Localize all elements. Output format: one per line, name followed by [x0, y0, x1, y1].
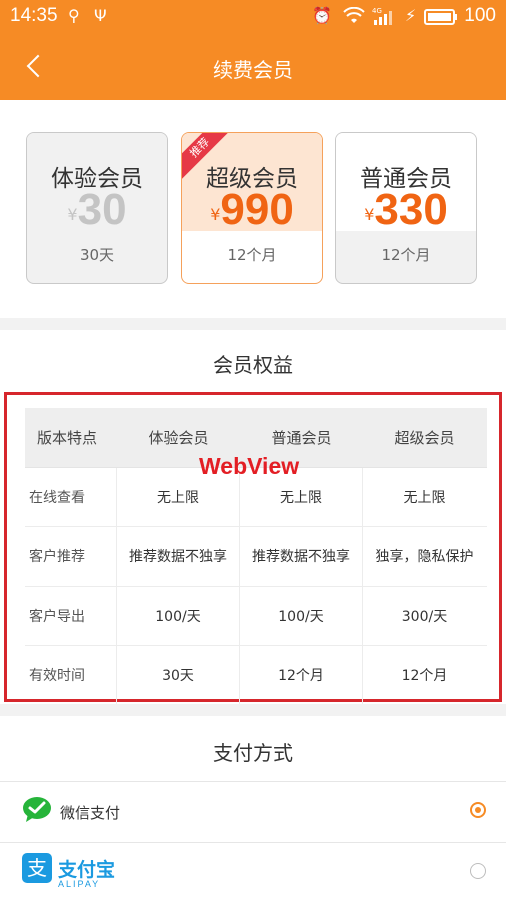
plan-card-trial[interactable]: 体验会员 ¥30 30天 [26, 132, 168, 284]
table-row: 有效时间 30天 12个月 12个月 [25, 646, 487, 706]
table-header-cell: 超级会员 [394, 428, 455, 447]
usb-debug-icon: Ψ [94, 6, 107, 25]
table-cell: 300/天 [401, 608, 448, 625]
payment-option-label: 微信支付 [60, 804, 121, 822]
price-amount: 30 [77, 185, 127, 234]
alipay-icon: 支 [22, 853, 52, 883]
payment-title: 支付方式 [213, 741, 293, 765]
plan-selector: 体验会员 ¥30 30天 超级会员 ¥990 推荐 12个月 普通会员 ¥330… [0, 100, 506, 318]
plan-card-top: 普通会员 ¥330 [336, 133, 476, 234]
plan-price: ¥330 [336, 185, 476, 235]
plan-card-normal[interactable]: 普通会员 ¥330 12个月 [335, 132, 477, 284]
table-row-label: 在线查看 [25, 467, 117, 526]
price-amount: 990 [220, 185, 294, 234]
benefits-webview[interactable]: 版本特点 体验会员 普通会员 超级会员 在线查看 无上限 无上限 无上限 客户推… [4, 392, 502, 706]
charging-icon: ⚡ [405, 6, 417, 25]
plan-duration: 12个月 [227, 246, 277, 264]
wechat-pay-icon [23, 797, 51, 822]
app-bar: 续费会员 [0, 32, 506, 100]
plan-duration: 12个月 [381, 246, 431, 264]
table-cell: 推荐数据不独享 [240, 527, 363, 586]
table-cell: 12个月 [401, 668, 448, 685]
table-cell: 无上限 [403, 489, 446, 506]
radio-selected[interactable] [470, 802, 486, 818]
status-bar: 14:35 ⚲ Ψ ⏰ 4G ⚡ 100 [0, 0, 506, 32]
currency-symbol: ¥ [67, 205, 78, 224]
battery-icon [424, 9, 457, 25]
webview-annotation-label: WebView [199, 453, 300, 479]
section-divider [0, 318, 506, 330]
alipay-label: 支付宝 [58, 859, 116, 881]
table-cell: 100/天 [117, 586, 240, 645]
table-row-label: 客户导出 [25, 586, 117, 645]
table-row: 客户推荐 推荐数据不独享 推荐数据不独享 独享，隐私保护 [25, 527, 487, 587]
table-row-label: 有效时间 [25, 646, 117, 705]
table-cell: 12个月 [240, 646, 363, 705]
usb-icon: ⚲ [68, 6, 80, 25]
network-type-label: 4G [372, 7, 382, 15]
table-cell: 100/天 [240, 586, 363, 645]
plan-price: ¥30 [27, 185, 167, 235]
section-divider [0, 704, 506, 716]
radio-unselected[interactable] [470, 863, 486, 879]
plan-card-top: 体验会员 ¥30 [27, 133, 167, 234]
battery-level: 100 [464, 5, 496, 26]
table-cell: 推荐数据不独享 [117, 527, 240, 586]
price-amount: 330 [374, 185, 448, 234]
table-cell: 30天 [117, 646, 240, 705]
alipay-sublabel: ALIPAY [58, 879, 101, 889]
page-title: 续费会员 [213, 58, 293, 82]
benefits-title: 会员权益 [213, 353, 293, 377]
plan-price: ¥990 [182, 185, 322, 235]
currency-symbol: ¥ [364, 205, 375, 224]
table-header-cell: 版本特点 [37, 428, 98, 447]
payment-option-alipay[interactable]: 支 支付宝 ALIPAY [0, 842, 506, 903]
plan-duration: 30天 [79, 246, 115, 264]
payment-option-wechat[interactable]: 微信支付 [0, 781, 506, 842]
plan-card-super[interactable]: 超级会员 ¥990 推荐 12个月 [181, 132, 323, 284]
currency-symbol: ¥ [210, 205, 221, 224]
table-cell: 独享，隐私保护 [375, 549, 474, 566]
status-time: 14:35 [10, 5, 58, 26]
table-row-label: 客户推荐 [25, 527, 117, 586]
table-row: 客户导出 100/天 100/天 300/天 [25, 586, 487, 646]
wifi-icon [343, 7, 365, 23]
signal-icon: 4G [372, 7, 392, 25]
alarm-icon: ⏰ [312, 6, 332, 25]
